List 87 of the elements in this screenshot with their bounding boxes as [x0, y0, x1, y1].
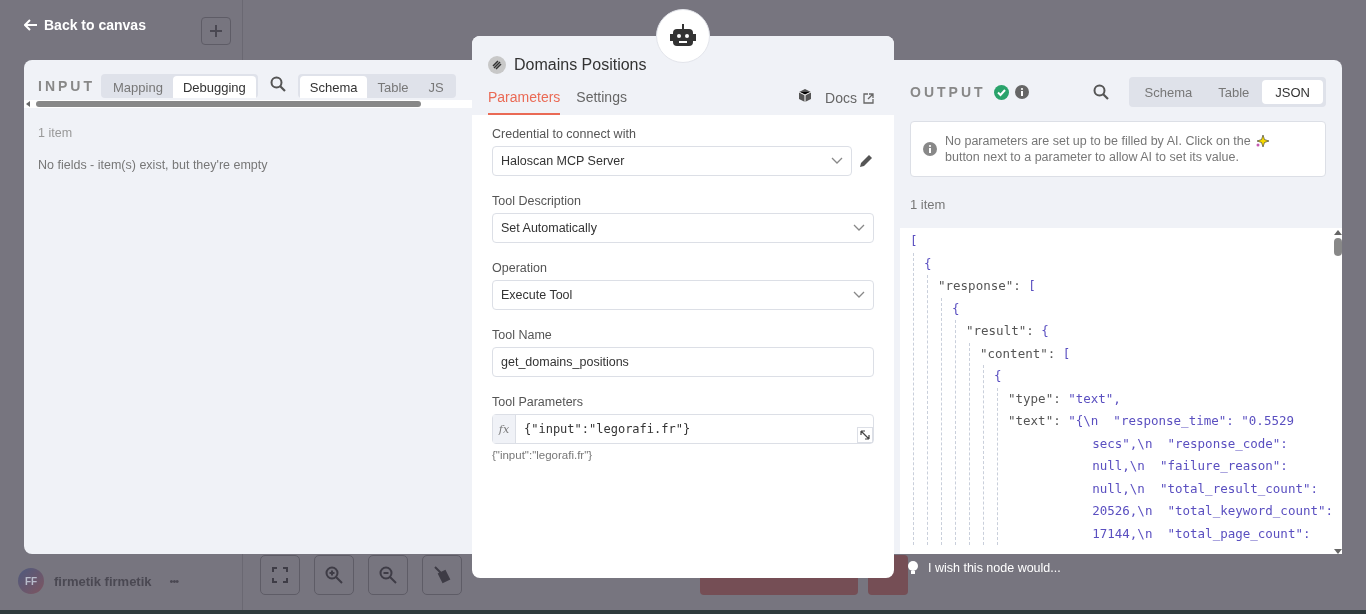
info-icon — [1014, 85, 1029, 99]
expression-preview: {"input":"legorafi.fr"} — [492, 449, 594, 461]
feedback-button[interactable]: I wish this node would... — [908, 561, 1061, 575]
scrollbar-thumb[interactable] — [1333, 238, 1342, 256]
node-title: Domains Positions — [514, 56, 647, 74]
pencil-icon — [858, 153, 874, 169]
scrollbar-thumb[interactable] — [36, 101, 421, 107]
scroll-down-icon — [1333, 549, 1342, 554]
chevron-down-icon — [853, 224, 865, 232]
json-bracket: { — [1041, 322, 1049, 340]
robot-icon — [656, 9, 710, 63]
empty-message: No fields - item(s) exist, but they're empty — [38, 158, 269, 172]
fx-label: fx — [493, 415, 516, 443]
sparkle-icon — [1254, 134, 1269, 148]
field-label: Tool Name — [492, 328, 553, 342]
json-bracket: [ — [1028, 277, 1036, 295]
json-value: "{\n "response_time": "0.5529 — [1068, 412, 1295, 430]
add-button[interactable] — [201, 17, 231, 45]
json-bracket: { — [924, 254, 932, 273]
node-logo-icon — [488, 56, 506, 74]
json-value: 17144,\n "total_page_count": — [1092, 524, 1312, 543]
dropdown-select[interactable]: Set Automatically — [492, 213, 874, 243]
json-key: "type": — [1008, 387, 1061, 410]
view-tab[interactable]: Table — [1205, 80, 1263, 104]
scroll-left-icon — [26, 101, 30, 107]
zoom-in-button[interactable] — [314, 555, 354, 595]
json-value: secs",\n "response_code": — [1092, 434, 1289, 453]
field-label: Credential to connect with — [492, 127, 637, 141]
panel-title: INPUT — [38, 78, 95, 94]
json-value: "text", — [1068, 389, 1121, 408]
cube-icon — [799, 89, 812, 102]
json-value: null,\n "failure_reason": — [1092, 457, 1289, 475]
info-icon — [923, 142, 937, 156]
expression-field[interactable]: fx {"input":"legorafi.fr"} — [492, 414, 874, 444]
arrow-left-icon — [24, 19, 38, 31]
field-label: Tool Description — [492, 194, 582, 208]
tidy-up-button[interactable] — [422, 555, 462, 595]
view-tab[interactable]: Mapping — [103, 76, 173, 98]
json-bracket: { — [994, 367, 1002, 385]
chevron-down-icon — [853, 291, 865, 299]
broom-icon — [433, 566, 451, 584]
fit-view-button[interactable] — [260, 555, 300, 595]
expand-arrow-icon — [860, 430, 870, 440]
node-tab[interactable]: Settings — [576, 89, 643, 115]
json-bracket: [ — [1062, 344, 1071, 363]
json-key: "response": — [938, 275, 1021, 298]
zoom-out-icon — [379, 566, 397, 584]
json-bracket: [ — [910, 232, 918, 250]
panel-title: OUTPUT — [910, 84, 986, 100]
horizontal-scrollbar[interactable] — [24, 100, 472, 108]
docs-link[interactable]: Docs — [825, 90, 874, 106]
user-avatar: FF — [18, 568, 44, 594]
external-link-icon — [863, 92, 874, 104]
view-tab[interactable]: Schema — [1131, 80, 1206, 104]
node-tab[interactable]: Parameters — [488, 89, 561, 115]
input-field[interactable]: get_domains_positions — [492, 347, 874, 377]
json-key: "content": — [980, 342, 1056, 365]
json-key: "text": — [1008, 410, 1061, 545]
json-value: 20526,\n "total_keyword_count": — [1092, 502, 1334, 520]
search-icon — [269, 76, 286, 92]
notice-text: No parameters are set up to be filled by AI. Click on the — [945, 133, 1251, 149]
zoom-out-button[interactable] — [368, 555, 408, 595]
zoom-in-icon — [325, 566, 343, 584]
item-count: 1 item — [910, 197, 947, 212]
json-key: "result": — [966, 320, 1034, 343]
fit-view-icon — [272, 567, 288, 583]
scroll-up-icon — [1333, 230, 1342, 235]
view-tab[interactable]: JSON — [1262, 80, 1323, 104]
view-tab[interactable]: Schema — [299, 76, 368, 98]
search-icon — [1092, 84, 1109, 100]
json-value: null,\n "total_result_count": — [1092, 479, 1319, 498]
dropdown-select[interactable]: Execute Tool — [492, 280, 874, 310]
view-tab[interactable]: Debugging — [172, 76, 256, 98]
json-bracket: { — [952, 299, 960, 318]
view-tab[interactable]: JS — [418, 76, 454, 98]
expand-button[interactable] — [857, 427, 873, 443]
field-label: Operation — [492, 261, 548, 275]
plus-icon — [209, 24, 223, 38]
vertical-scrollbar[interactable] — [1333, 228, 1342, 554]
chevron-down-icon — [831, 157, 843, 165]
lightbulb-icon — [908, 561, 918, 575]
back-to-canvas-link[interactable]: Back to canvas — [24, 14, 146, 36]
credential-select[interactable]: Haloscan MCP Server — [492, 146, 852, 176]
item-count: 1 item — [38, 126, 74, 140]
field-label: Tool Parameters — [492, 395, 584, 409]
notice-text: button next to a parameter to allow AI to set its value. — [945, 150, 1239, 164]
view-tab[interactable]: Table — [367, 76, 419, 98]
